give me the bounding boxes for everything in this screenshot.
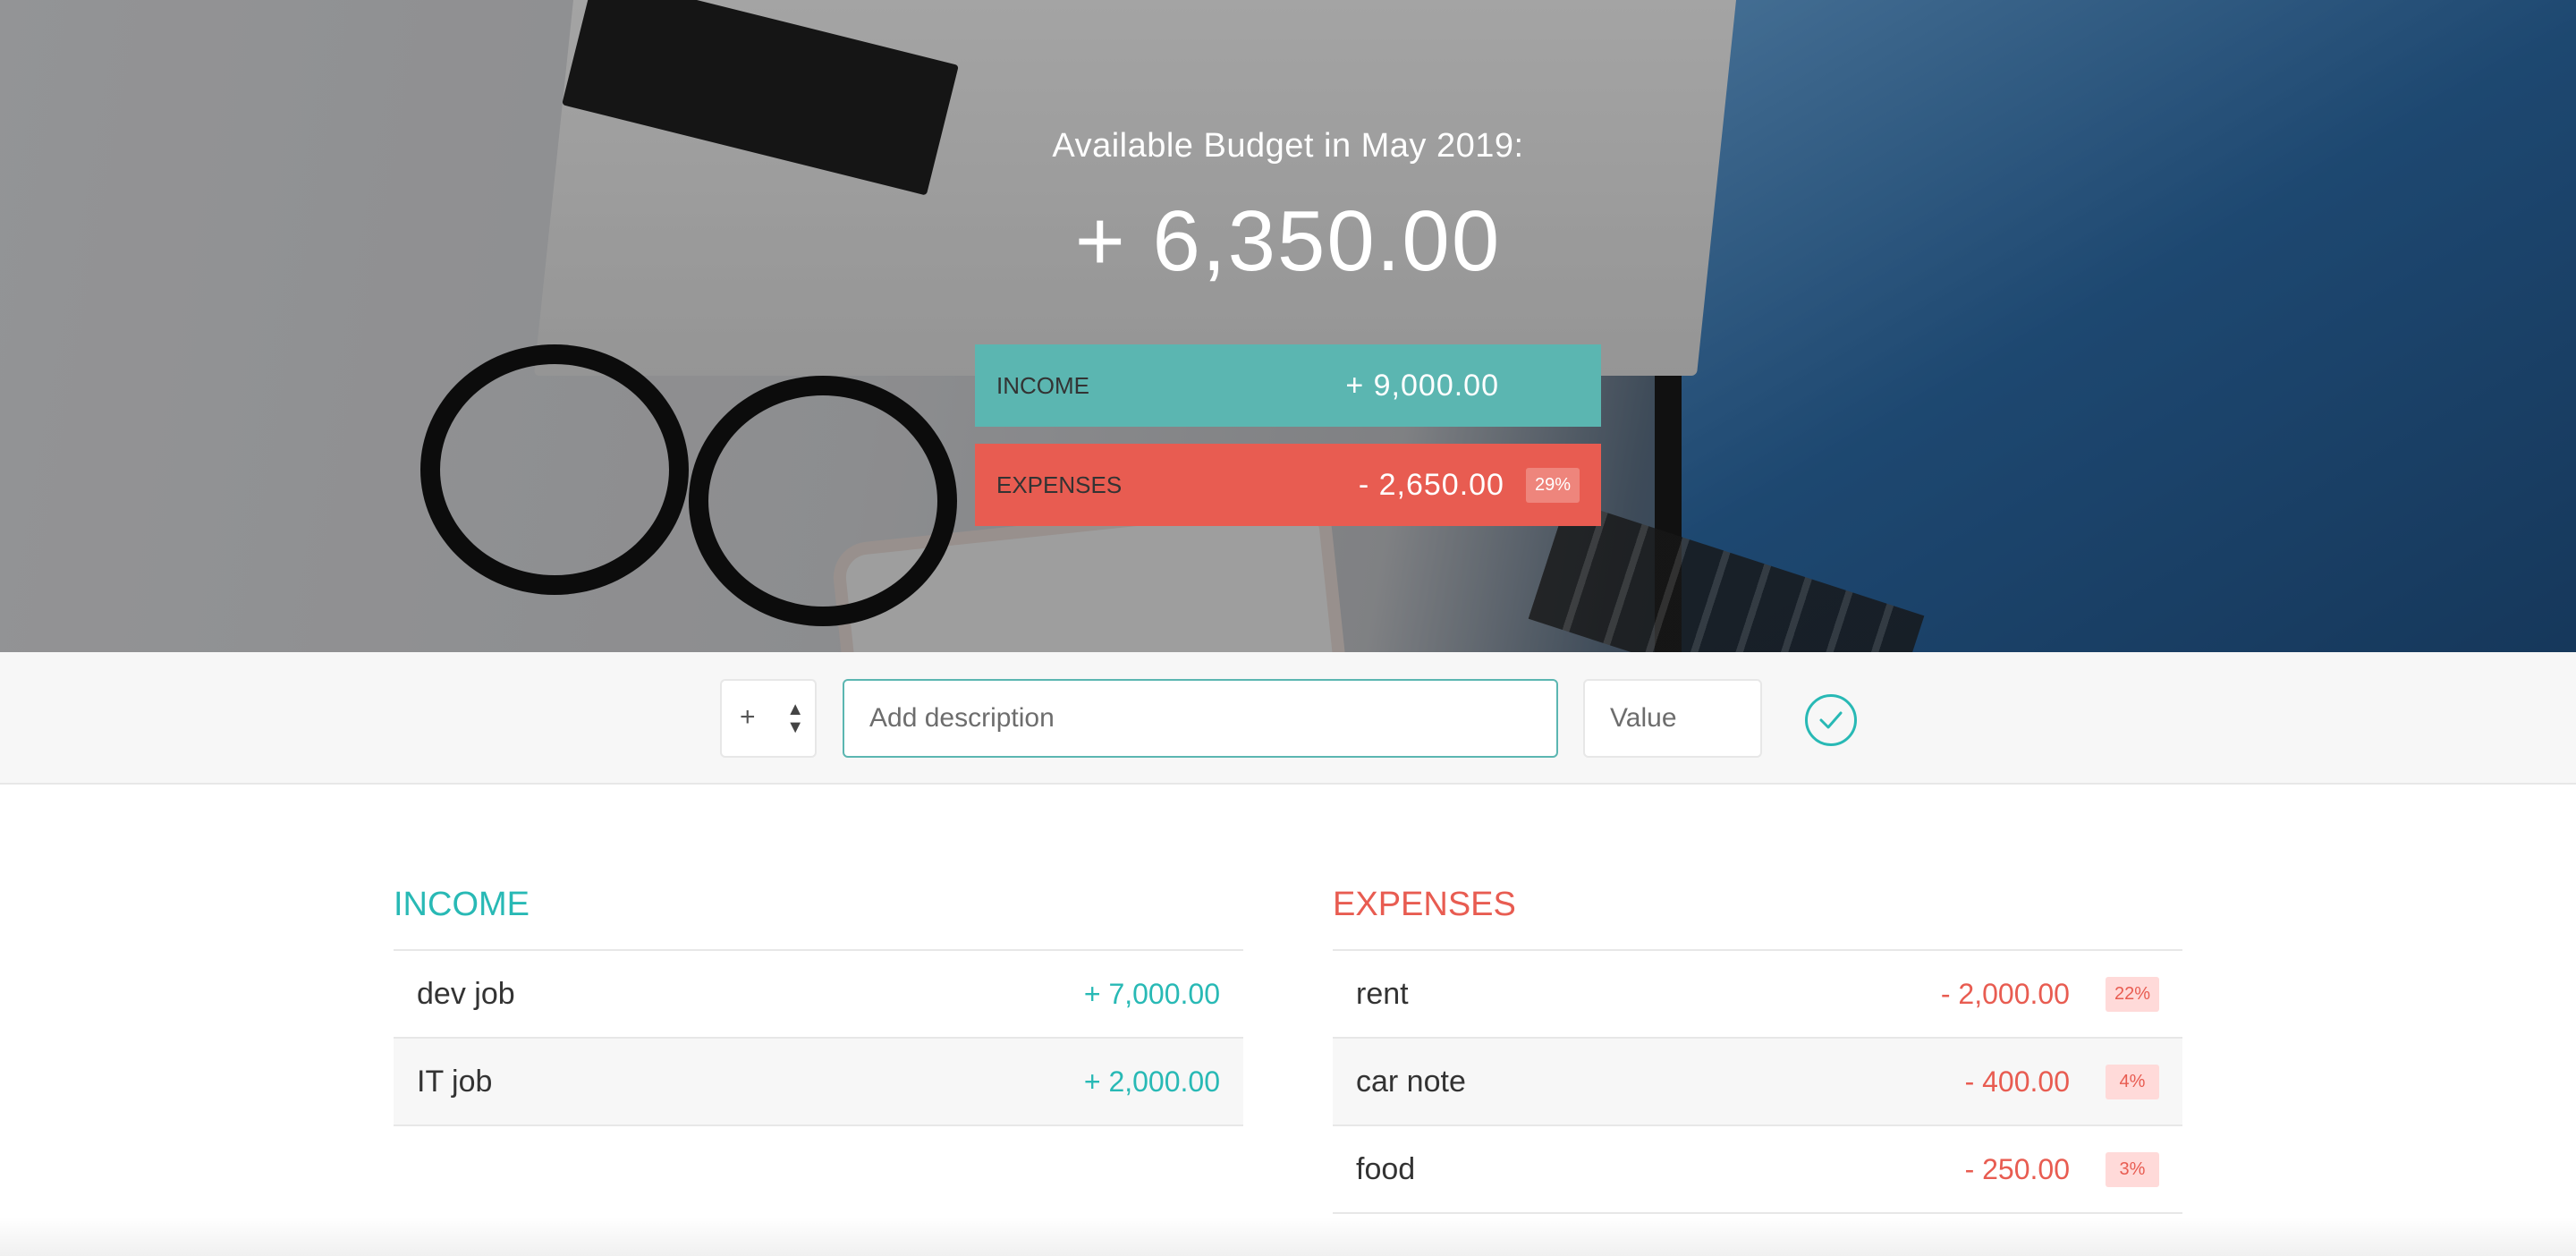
value-input[interactable] [1583, 679, 1762, 758]
item-percent-badge: 22% [2105, 976, 2159, 1012]
expenses-summary-percent: 29% [1525, 467, 1580, 503]
budget-title: Available Budget in May 2019: [1052, 127, 1524, 165]
item-percent-badge: 4% [2106, 1064, 2159, 1099]
income-summary: Income + 9,000.00 [975, 344, 1601, 427]
expenses-summary: Expenses - 2,650.00 29% [975, 444, 1601, 526]
budget-value: + 6,350.00 [1074, 193, 1502, 289]
income-summary-value: + 9,000.00 [1345, 368, 1499, 403]
income-list: Income dev job + 7,000.00 IT job + 2,000… [394, 886, 1243, 1126]
income-rows: dev job + 7,000.00 IT job + 2,000.00 [394, 949, 1243, 1126]
item-description: dev job [417, 976, 515, 1011]
income-title: Income [394, 886, 530, 923]
item-value: - 400.00 [1964, 1065, 2070, 1098]
item-value: + 2,000.00 [1083, 1065, 1220, 1098]
add-button[interactable] [1805, 694, 1857, 746]
expenses-title: Expenses [1333, 886, 1516, 923]
expenses-summary-label: Expenses [996, 471, 1123, 498]
expenses-list: Expenses rent - 2,000.00 22% car note - … [1333, 886, 2182, 1214]
description-input[interactable] [843, 679, 1558, 758]
checkmark-icon [1819, 711, 1843, 729]
expenses-rows: rent - 2,000.00 22% car note - 400.00 4%… [1333, 949, 2182, 1214]
item-description: car note [1356, 1064, 1466, 1099]
add-entry-bar: + ▲ ▼ [0, 652, 2576, 785]
item-percent-badge: 3% [2106, 1151, 2159, 1187]
up-down-arrows-icon: ▲ ▼ [786, 700, 804, 737]
item-value: - 250.00 [1964, 1152, 2070, 1185]
income-summary-label: Income [996, 371, 1089, 399]
item-description: food [1356, 1151, 1416, 1186]
item-description: rent [1356, 976, 1409, 1011]
type-select[interactable]: + ▲ ▼ [720, 679, 817, 758]
hero-overlay [0, 0, 2576, 652]
list-item[interactable]: food - 250.00 3% [1333, 1126, 2182, 1214]
item-value: + 7,000.00 [1083, 977, 1220, 1010]
item-value: - 2,000.00 [1940, 977, 2070, 1010]
list-item[interactable]: IT job + 2,000.00 [394, 1039, 1243, 1126]
type-select-value: + [740, 702, 756, 732]
expenses-summary-value: - 2,650.00 [1358, 467, 1504, 502]
list-item[interactable]: car note - 400.00 4% [1333, 1039, 2182, 1126]
budget-header: Available Budget in May 2019: + 6,350.00… [0, 0, 2576, 652]
item-description: IT job [417, 1064, 493, 1099]
list-item[interactable]: dev job + 7,000.00 [394, 951, 1243, 1039]
list-item[interactable]: rent - 2,000.00 22% [1333, 951, 2182, 1039]
bottom-shade [0, 1217, 2576, 1256]
